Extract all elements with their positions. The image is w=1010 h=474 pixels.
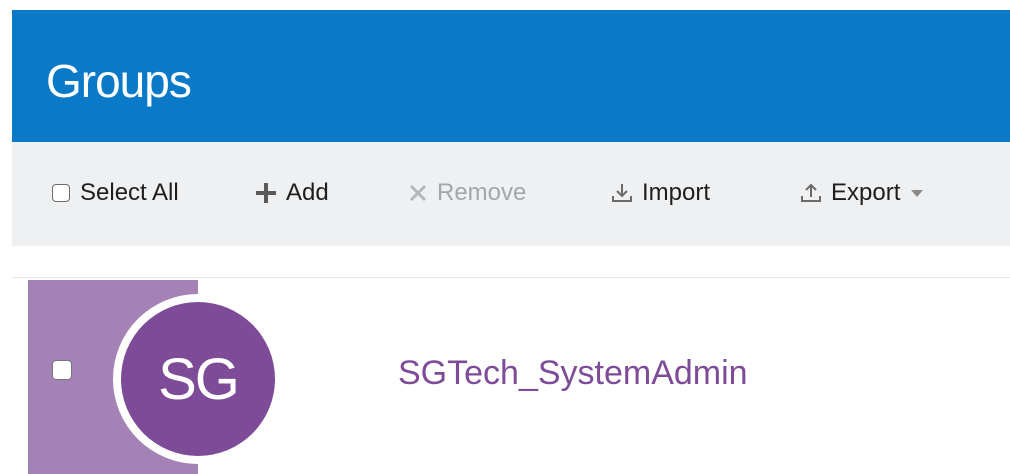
add-button-label: Add [286,179,329,206]
upload-icon [799,181,823,205]
import-button[interactable]: Import [610,178,710,208]
import-button-label: Import [642,179,711,206]
list-item[interactable]: SG SGTech_SystemAdmin [0,278,1010,474]
toolbar: Select All Add Remove Import Export [12,142,1010,246]
page-header: Groups [12,10,1010,142]
download-icon [610,181,634,205]
remove-button[interactable]: Remove [407,178,526,208]
select-all-checkbox[interactable] [52,184,70,202]
page-title: Groups [46,55,192,107]
row-checkbox[interactable] [52,360,72,380]
add-button[interactable]: Add [254,178,329,208]
plus-icon [254,181,278,205]
groups-page: Groups Select All Add Remove Import Expo… [0,0,1010,474]
select-all-control[interactable]: Select All [52,178,179,208]
avatar: SG [113,294,283,464]
remove-button-label: Remove [437,179,527,206]
export-button-label: Export [831,179,901,206]
group-name-link[interactable]: SGTech_SystemAdmin [398,354,748,393]
avatar-initials: SG [121,302,275,456]
export-button[interactable]: Export [799,178,924,208]
caret-down-icon[interactable] [910,188,924,198]
x-icon [407,182,429,204]
select-all-label: Select All [80,179,179,206]
